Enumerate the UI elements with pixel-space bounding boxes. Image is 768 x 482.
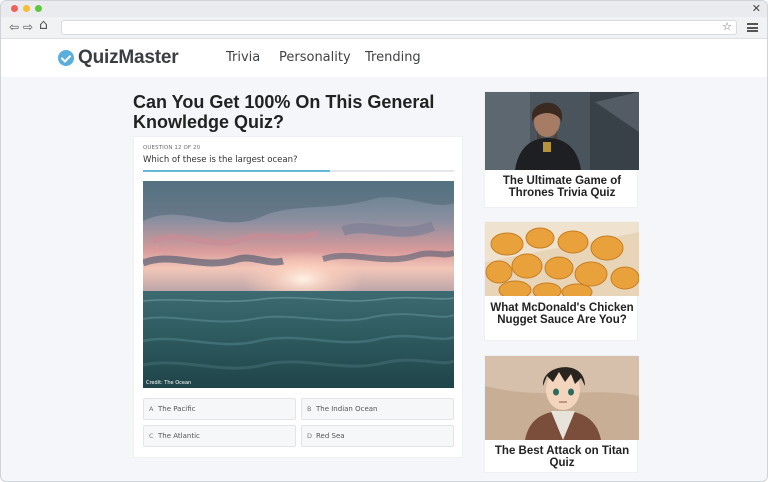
maximize-window-button[interactable] <box>35 5 42 12</box>
home-icon[interactable]: ⌂ <box>39 18 48 33</box>
close-icon[interactable]: ✕ <box>752 2 761 16</box>
minimize-window-button[interactable] <box>23 5 30 12</box>
hamburger-menu-icon[interactable] <box>747 23 758 32</box>
ocean-photo-art <box>143 181 454 388</box>
site-logo[interactable]: QuizMaster <box>58 47 179 69</box>
checkmark-badge-icon <box>58 50 74 66</box>
bookmark-star-icon[interactable]: ☆ <box>722 20 732 33</box>
answer-text: Red Sea <box>316 431 345 440</box>
logo-text: QuizMaster <box>78 47 179 68</box>
anime-character-image <box>485 356 639 440</box>
sidebar-card-title: The Ultimate Game of Thrones Trivia Quiz <box>502 175 622 199</box>
quiz-progress-bar <box>143 170 454 172</box>
answer-text: The Indian Ocean <box>316 404 378 413</box>
sidebar-card-nugget-quiz[interactable]: What McDonald's Chicken Nugget Sauce Are… <box>484 221 639 341</box>
sidebar-card-title: The Best Attack on Titan Quiz <box>494 445 630 469</box>
answer-letter: A <box>149 405 154 413</box>
quiz-card: QUESTION 12 OF 20 Which of these is the … <box>133 136 463 458</box>
sidebar-card-title: What McDonald's Chicken Nugget Sauce Are… <box>490 302 634 326</box>
browser-window: ✕ ⇦ ⇨ ⌂ ☆ QuizMaster Trivia Personality … <box>0 0 768 482</box>
quiz-progress-fill <box>143 170 330 172</box>
sidebar-card-aot-quiz[interactable]: The Best Attack on Titan Quiz <box>484 355 639 473</box>
chicken-nuggets-image <box>485 222 639 296</box>
back-arrow-icon[interactable]: ⇦ <box>9 20 19 35</box>
browser-toolbar: ⇦ ⇨ ⌂ ☆ <box>1 17 767 39</box>
browser-titlebar: ✕ <box>1 1 767 17</box>
answer-text: The Atlantic <box>158 431 200 440</box>
ocean-sunset-photo: Credit: The Ocean <box>143 181 454 388</box>
answer-text: The Pacific <box>158 404 196 413</box>
image-credit: Credit: The Ocean <box>146 380 192 386</box>
question-counter: QUESTION 12 OF 20 <box>143 145 201 151</box>
question-text: Which of these is the largest ocean? <box>143 155 298 165</box>
nav-link-trivia[interactable]: Trivia <box>226 51 260 65</box>
answer-option-a[interactable]: A The Pacific <box>143 398 296 420</box>
nav-link-trending[interactable]: Trending <box>365 51 421 65</box>
answer-option-b[interactable]: B The Indian Ocean <box>301 398 454 420</box>
answer-option-d[interactable]: D Red Sea <box>301 425 454 447</box>
answer-letter: D <box>307 432 313 440</box>
answer-option-c[interactable]: C The Atlantic <box>143 425 296 447</box>
sidebar-card-got-quiz[interactable]: The Ultimate Game of Thrones Trivia Quiz <box>484 91 639 208</box>
nav-link-personality[interactable]: Personality <box>279 51 351 65</box>
close-window-button[interactable] <box>11 5 18 12</box>
address-bar[interactable]: ☆ <box>61 20 737 35</box>
answer-letter: C <box>149 432 154 440</box>
site-header: QuizMaster Trivia Personality Trending <box>1 39 767 77</box>
got-character-image <box>485 92 639 170</box>
forward-arrow-icon[interactable]: ⇨ <box>23 20 33 35</box>
page-title: Can You Get 100% On This General Knowled… <box>133 92 435 132</box>
answer-letter: B <box>307 405 312 413</box>
